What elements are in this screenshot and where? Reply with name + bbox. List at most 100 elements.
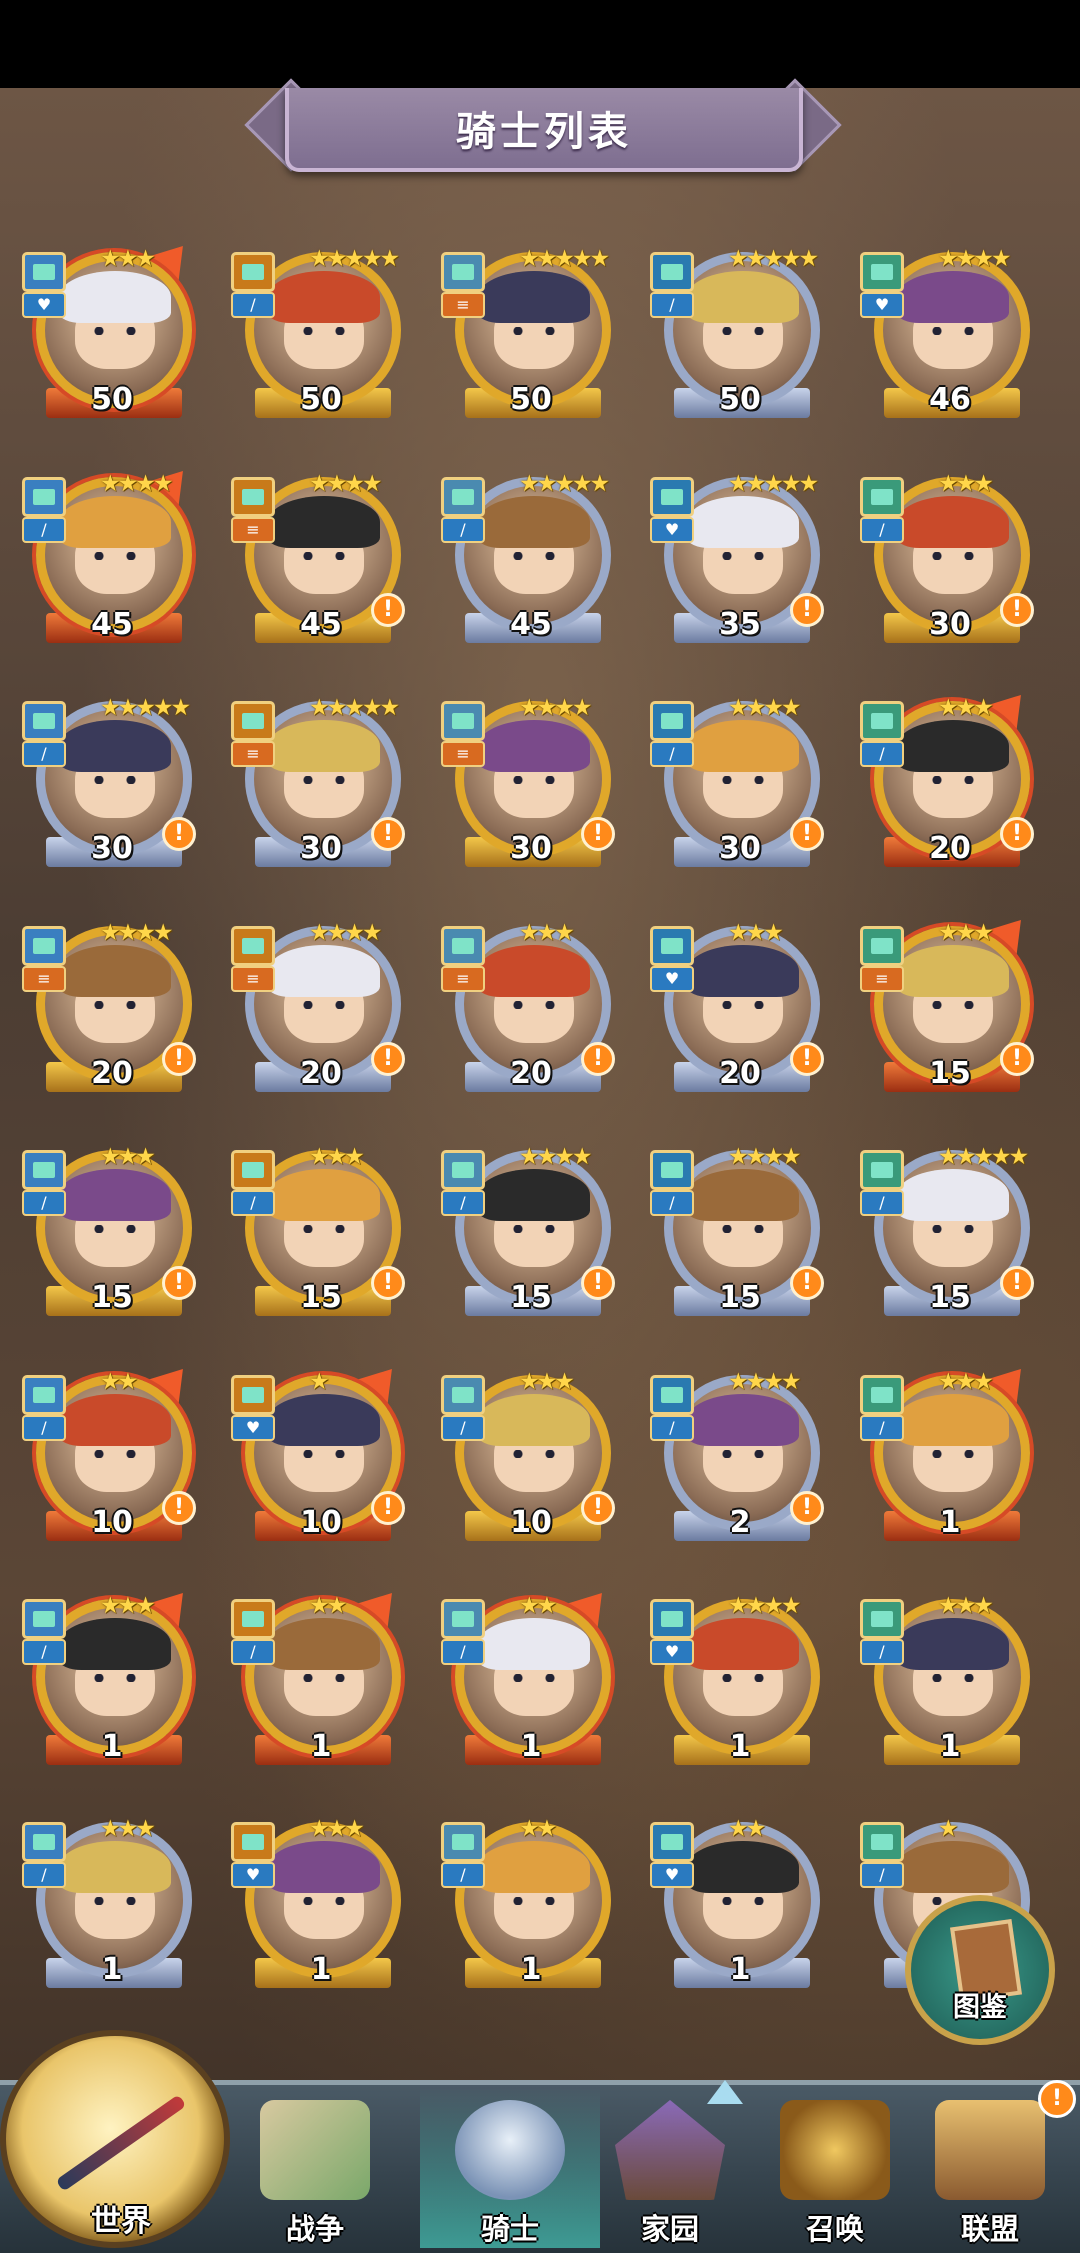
portrait-eyes [300, 1225, 348, 1233]
knight-card[interactable]: / ★★★★★ 15! [860, 1140, 1040, 1330]
knight-card[interactable]: ≡ ★★★ 15! [860, 905, 1040, 1106]
class-badge-icon [441, 1599, 485, 1639]
portrait-hair [478, 945, 590, 997]
portrait-hair [687, 720, 799, 772]
knight-card[interactable]: / ★★★ 30! [860, 467, 1040, 657]
star-rating: ★★★★★ [519, 471, 610, 497]
nav-world[interactable]: 世界 [0, 2030, 230, 2248]
train-icon [780, 2100, 890, 2200]
knight-card[interactable]: ♥ ★★★ 50 [22, 231, 202, 432]
class-badge-icon [860, 1599, 904, 1639]
knight-card[interactable]: ♥ ★★★★★ 35! [650, 467, 830, 657]
knight-card[interactable]: ≡ ★★★★ 20! [22, 916, 202, 1106]
knight-card[interactable]: ♥ ★★★ 1 [231, 1812, 411, 2002]
knight-card[interactable]: / ★★ 10! [22, 1354, 202, 1555]
role-badge-icon: / [441, 1862, 485, 1888]
portrait-eyes [91, 776, 139, 784]
class-badge-icon [441, 477, 485, 517]
nav-alliance-label: 联盟 [960, 2212, 1019, 2246]
class-badge-icon [231, 1599, 275, 1639]
role-badge-icon: ≡ [22, 966, 66, 992]
star-rating: ★★★ [728, 920, 784, 946]
portrait-eyes [300, 1450, 348, 1458]
portrait-hair [268, 1841, 380, 1893]
knight-card[interactable]: / ★★★ 1 [22, 1578, 202, 1779]
role-badge-icon: ♥ [650, 517, 694, 543]
knight-card[interactable]: ≡ ★★★ 20! [441, 916, 621, 1106]
star-rating: ★★★★★ [728, 246, 819, 272]
knight-card[interactable]: / ★★★ 10! [441, 1365, 621, 1555]
knight-card[interactable]: / ★★★★★ 50 [650, 242, 830, 432]
role-badge-icon: ♥ [231, 1415, 275, 1441]
class-badge-icon [231, 1822, 275, 1862]
portrait-hair [897, 1841, 1009, 1893]
alert-badge: ! [1000, 1042, 1034, 1076]
knight-card[interactable]: ≡ ★★★★ 45! [231, 467, 411, 657]
star-rating: ★★★ [100, 1816, 156, 1842]
class-badge-icon [860, 1150, 904, 1190]
class-badge-icon [860, 252, 904, 292]
alert-badge: ! [162, 1042, 196, 1076]
role-badge-icon: ≡ [441, 741, 485, 767]
knight-card[interactable]: / ★★★★ 15! [441, 1140, 621, 1330]
knight-level: 45 [91, 607, 133, 642]
portrait-eyes [929, 776, 977, 784]
knight-level: 1 [520, 1729, 542, 1764]
portrait-hair [59, 1169, 171, 1221]
knight-card[interactable]: / ★★★★★ 45 [441, 467, 621, 657]
nav-summon[interactable]: 召唤 [745, 2088, 925, 2248]
knight-level: 1 [939, 1729, 961, 1764]
knight-card[interactable]: ≡ ★★★★ 30! [441, 691, 621, 881]
nav-world-label: 世界 [91, 2204, 151, 2239]
knight-card[interactable]: / ★★★ 20! [860, 680, 1040, 881]
knight-card[interactable]: / ★★ 1 [441, 1578, 621, 1779]
knight-level: 1 [310, 1729, 332, 1764]
role-badge-icon: / [441, 1639, 485, 1665]
album-button[interactable]: 图鉴 [905, 1895, 1055, 2045]
portrait-eyes [300, 552, 348, 560]
star-rating: ★★ [519, 1816, 557, 1842]
portrait-hair [268, 945, 380, 997]
knight-card[interactable]: / ★★★★★ 30! [22, 691, 202, 881]
star-rating: ★★★★ [728, 1369, 802, 1395]
knight-card[interactable]: / ★★★★ 2! [650, 1365, 830, 1555]
role-badge-icon: / [231, 292, 275, 318]
portrait-eyes [300, 1897, 348, 1905]
knight-card[interactable]: / ★★★★ 15! [650, 1140, 830, 1330]
nav-home[interactable]: 家园 [580, 2088, 760, 2248]
portrait-eyes [719, 552, 767, 560]
alert-badge: ! [371, 1042, 405, 1076]
nav-battle[interactable]: 战争 [225, 2088, 405, 2248]
knight-card[interactable]: / ★★★ 1 [860, 1354, 1040, 1555]
knight-card[interactable]: ♥ ★★★★ 1 [650, 1589, 830, 1779]
knight-card[interactable]: / ★★★ 15! [231, 1140, 411, 1330]
knight-card[interactable]: ≡ ★★★★ 20! [231, 916, 411, 1106]
knight-card[interactable]: / ★★ 1 [231, 1578, 411, 1779]
portrait-hair [897, 1618, 1009, 1670]
star-rating: ★★★ [309, 1144, 365, 1170]
nav-knight[interactable]: 骑士 [420, 2088, 600, 2248]
portrait-hair [268, 496, 380, 548]
class-badge-icon [231, 1375, 275, 1415]
knight-card[interactable]: / ★★★ 1 [22, 1812, 202, 2002]
knight-card[interactable]: ♥ ★★ 1 [650, 1812, 830, 2002]
knight-card[interactable]: / ★★★ 15! [22, 1140, 202, 1330]
class-badge-icon [860, 926, 904, 966]
knight-card[interactable]: ≡ ★★★★★ 30! [231, 691, 411, 881]
star-rating: ★★★ [938, 1369, 994, 1395]
knight-card[interactable]: / ★★★★ 30! [650, 691, 830, 881]
knight-level: 45 [510, 607, 552, 642]
knight-card[interactable]: / ★★★★ 45 [22, 456, 202, 657]
knight-card[interactable]: ≡ ★★★★★ 50 [441, 242, 621, 432]
portrait-eyes [300, 776, 348, 784]
class-badge-icon [860, 1822, 904, 1862]
knight-card[interactable]: / ★★★ 1 [860, 1589, 1040, 1779]
knight-card[interactable]: ♥ ★★★ 20! [650, 916, 830, 1106]
knight-card[interactable]: / ★★★★★ 50 [231, 242, 411, 432]
knight-card[interactable]: ♥ ★★★★ 46 [860, 242, 1040, 432]
knight-card[interactable]: ♥ ★ 10! [231, 1354, 411, 1555]
knight-card[interactable]: / ★★ 1 [441, 1812, 621, 2002]
portrait-hair [59, 1618, 171, 1670]
role-badge-icon: / [650, 1415, 694, 1441]
star-rating: ★★ [309, 1593, 347, 1619]
